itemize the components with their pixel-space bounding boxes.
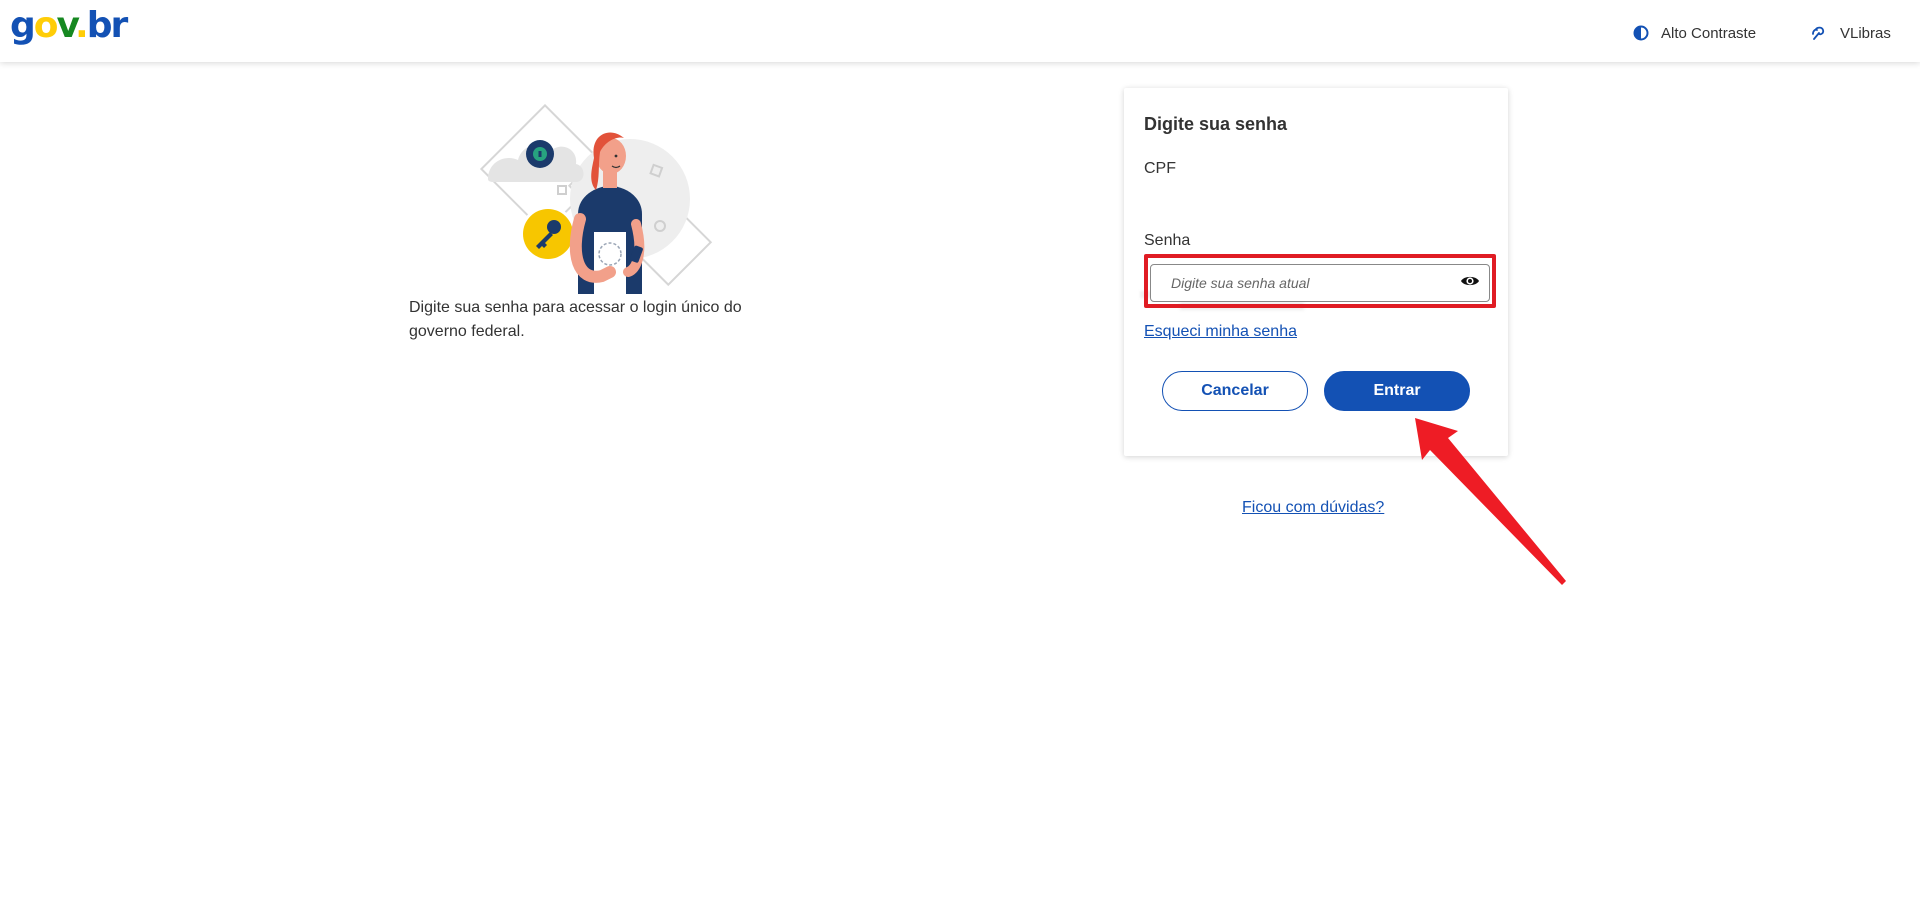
hand-sign-icon xyxy=(1810,24,1828,42)
cpf-value-redacted xyxy=(1132,188,1304,310)
password-input[interactable] xyxy=(1150,264,1490,302)
show-password-toggle[interactable] xyxy=(1458,272,1482,294)
password-card: Digite sua senha CPF Senha Esqueci minha… xyxy=(1124,88,1508,456)
logo-letter-v: v xyxy=(56,5,77,46)
card-title: Digite sua senha xyxy=(1144,114,1288,134)
contrast-icon xyxy=(1633,25,1649,41)
cpf-label: CPF xyxy=(1144,160,1176,177)
cancel-button[interactable]: Cancelar xyxy=(1162,371,1308,411)
govbr-logo[interactable]: gov.br xyxy=(10,4,129,48)
logo-letters-br: br xyxy=(86,5,129,46)
intro-description: Digite sua senha para acessar o login ún… xyxy=(409,299,742,340)
high-contrast-label: Alto Contraste xyxy=(1661,24,1757,42)
help-link[interactable]: Ficou com dúvidas? xyxy=(1242,499,1384,517)
forgot-password-link[interactable]: Esqueci minha senha xyxy=(1144,323,1297,341)
high-contrast-toggle[interactable]: Alto Contraste xyxy=(1633,22,1756,44)
vlibras-button[interactable]: VLibras xyxy=(1810,22,1891,44)
logo-letter-o: o xyxy=(33,5,59,46)
top-header: gov.br Alto Contraste VLibras xyxy=(0,0,1920,62)
enter-button[interactable]: Entrar xyxy=(1324,371,1470,411)
logo-dot: . xyxy=(75,5,89,46)
logo-letter-g: g xyxy=(10,5,36,46)
login-illustration xyxy=(460,103,750,299)
eye-icon xyxy=(1460,274,1480,293)
vlibras-label: VLibras xyxy=(1840,24,1891,42)
password-label: Senha xyxy=(1144,232,1191,249)
